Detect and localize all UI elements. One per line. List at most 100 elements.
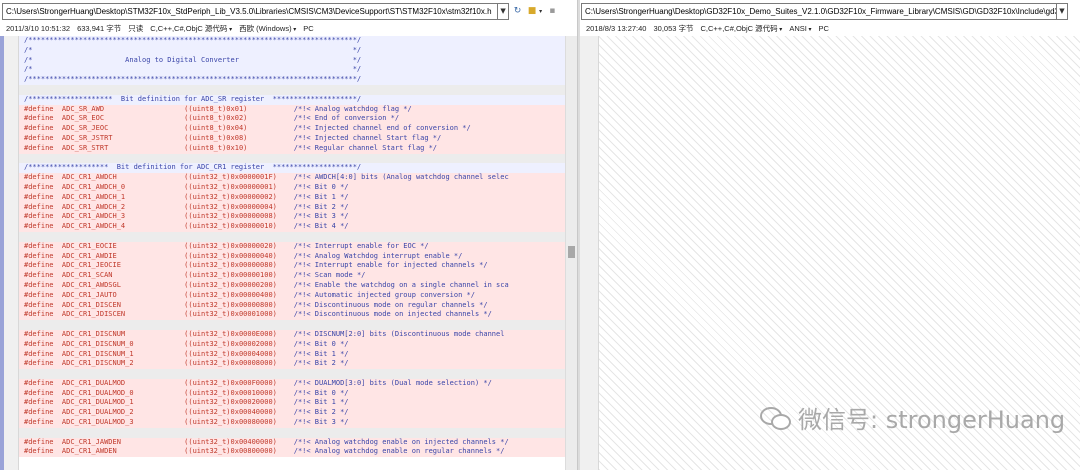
line-ending: PC: [303, 23, 314, 33]
macro-comment: /*!< Bit 0 */: [293, 339, 349, 348]
chevron-down-icon[interactable]: ▼: [1057, 2, 1068, 20]
save-icon[interactable]: ▪: [547, 5, 558, 18]
define-line: #define ADC_CR1_AWDCH_3 ((uint32_t)0x000…: [19, 212, 565, 223]
blank-line: [19, 153, 565, 164]
macro-name: #define ADC_SR_EOC: [24, 114, 185, 123]
macro-value: ((uint32_t)0x00800000): [184, 447, 294, 456]
left-code-lines: /***************************************…: [19, 36, 565, 470]
macro-value: ((uint32_t)0x00000100): [184, 271, 294, 280]
readonly-badge: 只读: [128, 23, 144, 33]
macro-comment: /*!< Bit 1 */: [293, 192, 349, 201]
left-file-pane: C:\Users\StrongerHuang\Desktop\STM32F10x…: [0, 0, 577, 470]
blank-line: [19, 369, 565, 379]
syntax-selector[interactable]: C,C++,C#,ObjC 源代码: [701, 23, 783, 34]
macro-value: ((uint32_t)0x00080000): [184, 418, 294, 427]
refresh-icon[interactable]: ↻: [512, 5, 523, 18]
macro-value: ((uint32_t)0x00000020): [184, 241, 294, 250]
chevron-down-icon[interactable]: ▼: [498, 2, 509, 20]
macro-name: #define ADC_CR1_SCAN: [24, 271, 185, 280]
macro-name: #define ADC_SR_AWD: [24, 104, 185, 113]
macro-comment: /*!< DISCNUM[2:0] bits (Discontinuous mo…: [293, 329, 505, 338]
macro-comment: /*!< Analog watchdog flag */: [293, 104, 412, 113]
macro-value: ((uint32_t)0x00000010): [184, 222, 294, 231]
define-line: #define ADC_SR_AWD ((uint8_t)0x01) /*!< …: [19, 104, 565, 115]
blank-line: [19, 427, 565, 438]
left-path-bar: C:\Users\StrongerHuang\Desktop\STM32F10x…: [2, 2, 558, 20]
macro-name: #define ADC_SR_JEOC: [24, 124, 185, 133]
macro-name: #define ADC_CR1_AWDCH_2: [24, 202, 185, 211]
encoding-selector[interactable]: ANSI: [789, 24, 811, 33]
macro-value: ((uint32_t)0x00000004): [184, 202, 294, 211]
define-line: #define ADC_CR1_DISCNUM_2 ((uint32_t)0x0…: [19, 359, 565, 370]
macro-value: ((uint32_t)0x00000200): [184, 280, 294, 289]
blank-line: [19, 320, 565, 330]
macro-comment: /*!< Injected channel Start flag */: [293, 133, 442, 142]
encoding-selector[interactable]: 西欧 (Windows): [239, 23, 296, 34]
blank-line: [19, 84, 565, 95]
macro-value: ((uint8_t)0x02): [184, 114, 294, 123]
macro-value: ((uint32_t)0x00000800): [184, 300, 294, 309]
macro-value: ((uint32_t)0x00001000): [184, 310, 294, 319]
comment-line: /******************* Bit definition for …: [19, 163, 565, 174]
define-line: #define ADC_CR1_DISCNUM ((uint32_t)0x000…: [19, 329, 565, 340]
macro-name: #define ADC_CR1_DUALMOD_1: [24, 398, 185, 407]
define-line: #define ADC_CR1_AWDIE ((uint32_t)0x00000…: [19, 251, 565, 262]
define-line: #define ADC_CR1_AWDCH_1 ((uint32_t)0x000…: [19, 192, 565, 203]
macro-name: #define ADC_CR1_DISCEN: [24, 300, 185, 309]
scrollbar-thumb[interactable]: [568, 246, 575, 258]
macro-name: #define ADC_CR1_AWDSGL: [24, 280, 185, 289]
macro-name: #define ADC_SR_JSTRT: [24, 133, 185, 142]
macro-value: ((uint8_t)0x01): [184, 104, 294, 113]
macro-comment: /*!< Scan mode */: [293, 271, 366, 280]
open-folder-icon[interactable]: ■: [526, 5, 537, 18]
macro-value: ((uint32_t)0x00000080): [184, 261, 294, 270]
macro-value: ((uint32_t)0x0000001F): [184, 173, 294, 182]
left-scrollbar[interactable]: [565, 36, 577, 470]
right-file-info: 2018/8/3 13:27:40 30,053 字节 C,C++,C#,Obj…: [586, 22, 836, 34]
macro-value: ((uint32_t)0x00000400): [184, 290, 294, 299]
define-line: #define ADC_CR1_DISCEN ((uint32_t)0x0000…: [19, 300, 565, 311]
define-line: #define ADC_CR1_AWDCH_0 ((uint32_t)0x000…: [19, 182, 565, 193]
macro-name: #define ADC_CR1_DUALMOD_2: [24, 408, 185, 417]
macro-comment: /*!< Analog Watchdog interrupt enable */: [293, 251, 463, 260]
macro-name: #define ADC_CR1_DISCNUM: [24, 329, 185, 338]
macro-name: #define ADC_CR1_DISCNUM_0: [24, 339, 185, 348]
comment-line: /***************************************…: [19, 75, 565, 85]
syntax-selector[interactable]: C,C++,C#,ObjC 源代码: [150, 23, 232, 34]
macro-comment: /*!< Analog watchdog enable on regular c…: [293, 447, 505, 456]
macro-name: #define ADC_CR1_AWDEN: [24, 447, 185, 456]
macro-value: ((uint32_t)0x00008000): [184, 359, 294, 368]
define-line: #define ADC_CR1_DUALMOD_3 ((uint32_t)0x0…: [19, 418, 565, 428]
right-path-input[interactable]: C:\Users\StrongerHuang\Desktop\GD32F10x_…: [581, 2, 1057, 20]
left-path-input[interactable]: C:\Users\StrongerHuang\Desktop\STM32F10x…: [2, 2, 499, 20]
define-line: #define ADC_CR1_AWDCH ((uint32_t)0x00000…: [19, 173, 565, 183]
blank-line: [19, 231, 565, 242]
macro-value: ((uint32_t)0x00040000): [184, 408, 294, 417]
macro-comment: /*!< Bit 4 */: [293, 222, 349, 231]
macro-comment: /*!< Injected channel end of conversion …: [293, 124, 471, 133]
macro-value: ((uint32_t)0x00010000): [184, 388, 294, 397]
define-line: #define ADC_CR1_AWDCH_2 ((uint32_t)0x000…: [19, 202, 565, 213]
macro-comment: /*!< Bit 2 */: [293, 408, 349, 417]
macro-name: #define ADC_CR1_EOCIE: [24, 241, 185, 250]
macro-value: ((uint32_t)0x00000040): [184, 251, 294, 260]
define-line: #define ADC_CR1_DUALMOD_1 ((uint32_t)0x0…: [19, 398, 565, 409]
left-code-editor[interactable]: /***************************************…: [0, 36, 577, 470]
define-line: #define ADC_CR1_DUALMOD_0 ((uint32_t)0x0…: [19, 388, 565, 399]
macro-comment: /*!< Bit 2 */: [293, 359, 349, 368]
macro-comment: /*!< Bit 0 */: [293, 182, 349, 191]
define-line: #define ADC_CR1_DUALMOD ((uint32_t)0x000…: [19, 378, 565, 389]
define-line: #define ADC_CR1_AWDSGL ((uint32_t)0x0000…: [19, 280, 565, 291]
folder-dropdown-icon[interactable]: ▾: [538, 5, 544, 18]
macro-comment: /*!< Interrupt enable for EOC */: [293, 241, 429, 250]
macro-name: #define ADC_CR1_AWDCH_0: [24, 182, 185, 191]
comment-line: /* */: [19, 65, 565, 76]
wechat-watermark: 微信号: strongerHuang: [760, 400, 1065, 435]
define-line: #define ADC_CR1_JDISCEN ((uint32_t)0x000…: [19, 310, 565, 321]
line-ending: PC: [818, 23, 829, 33]
define-line: #define ADC_SR_STRT ((uint8_t)0x10) /*!<…: [19, 143, 565, 154]
macro-value: ((uint8_t)0x10): [184, 143, 294, 152]
macro-value: ((uint32_t)0x00000002): [184, 192, 294, 201]
define-line: #define ADC_CR1_AWDCH_4 ((uint32_t)0x000…: [19, 222, 565, 232]
define-line: #define ADC_CR1_JEOCIE ((uint32_t)0x0000…: [19, 261, 565, 272]
